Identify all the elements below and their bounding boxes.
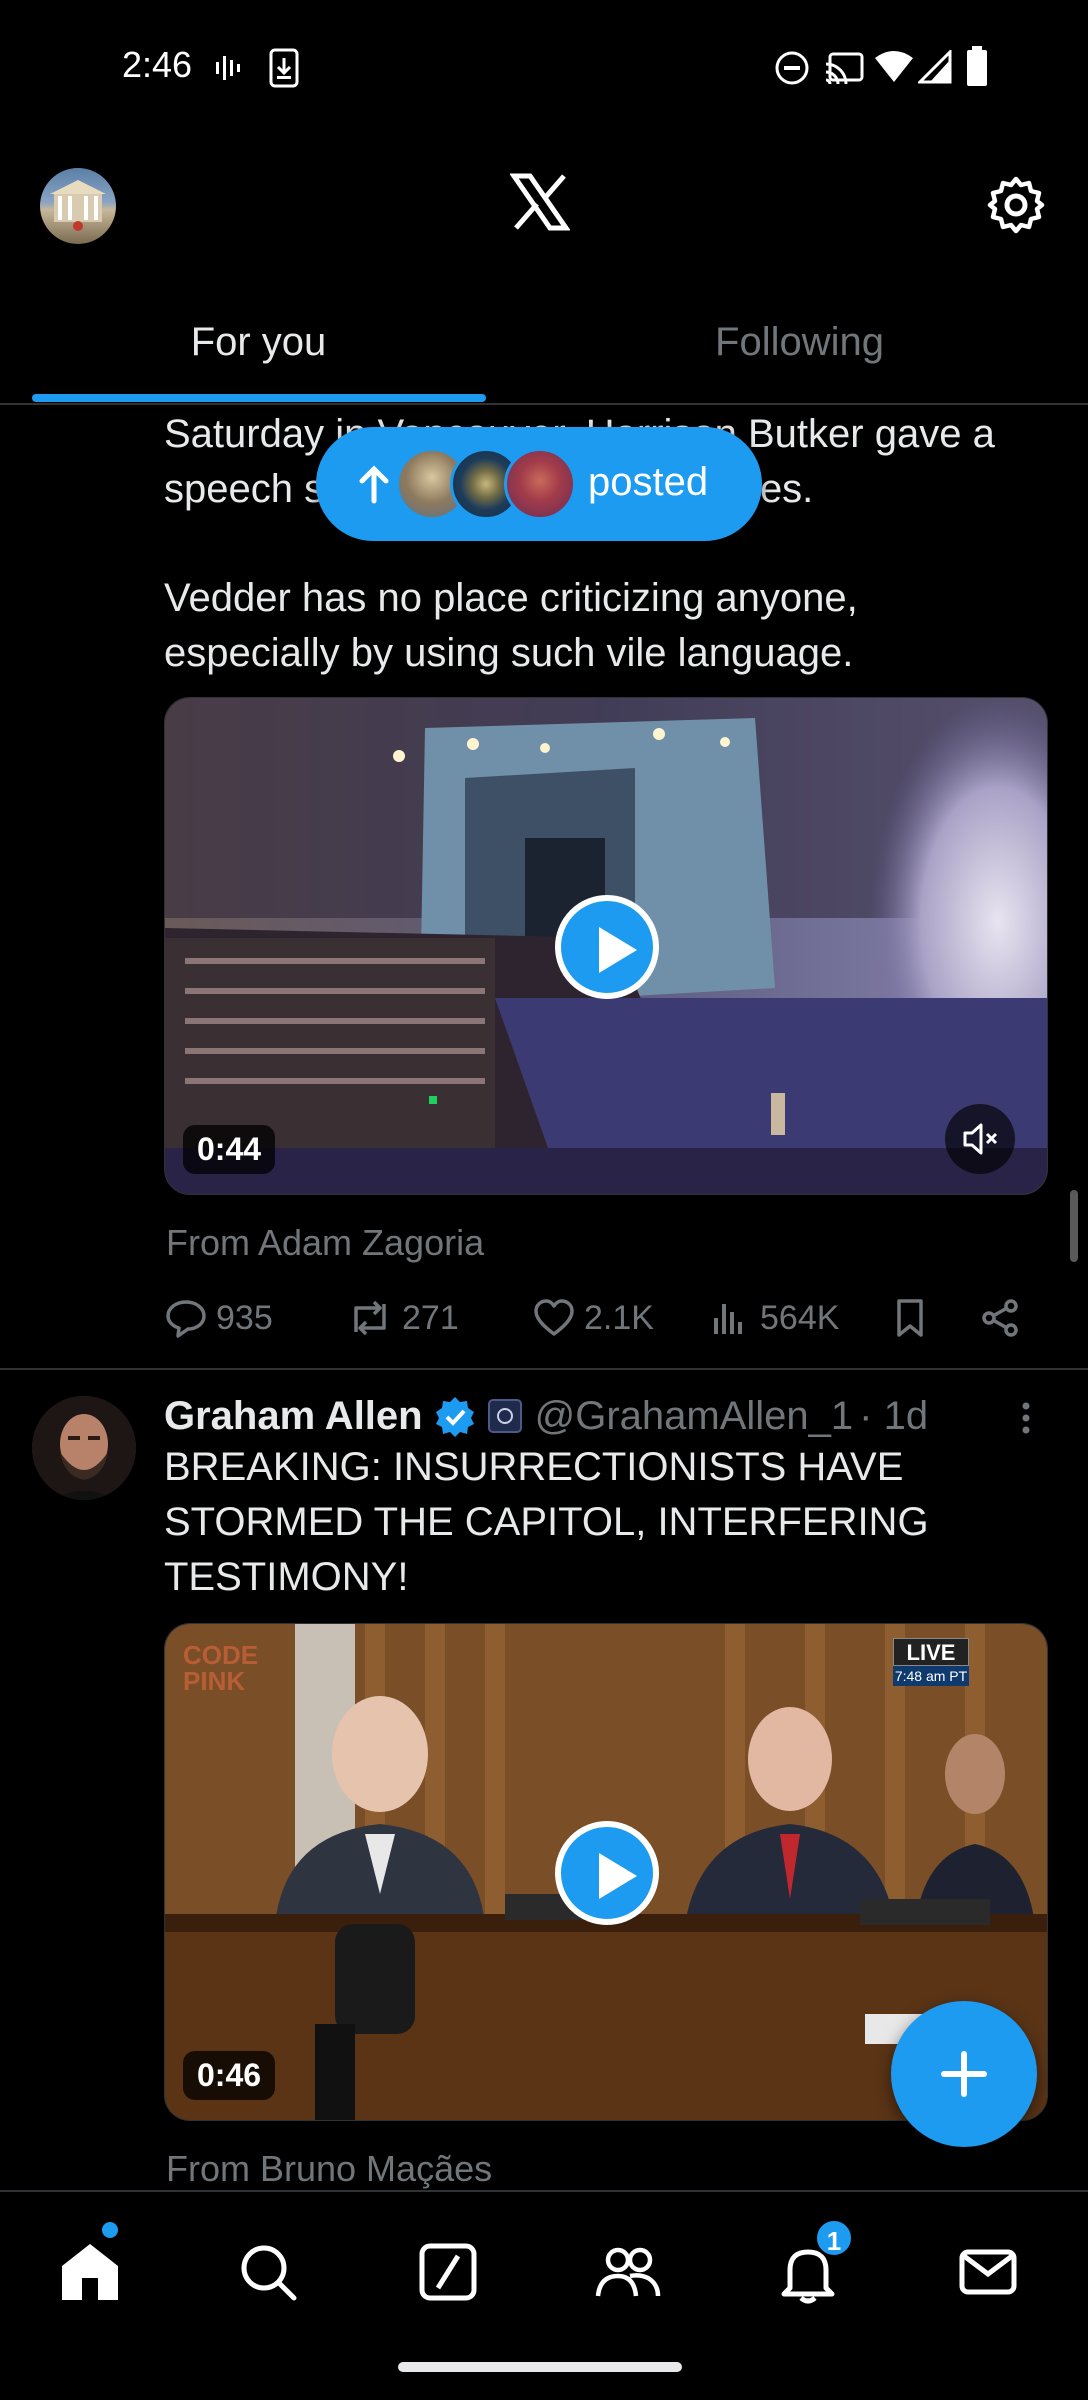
views-count: 564K <box>760 1298 840 1337</box>
video-watermark: CODE PINK <box>183 1640 259 1696</box>
avatar-image <box>50 180 106 231</box>
signal-icon <box>918 50 952 84</box>
voicemail-icon <box>216 56 240 80</box>
tab-for-you[interactable]: For you <box>0 320 517 365</box>
views-icon <box>714 1304 742 1334</box>
share-icon <box>982 1299 1018 1337</box>
video-attribution[interactable]: From Bruno Maçães <box>166 2148 492 2190</box>
reply-icon <box>166 1300 206 1338</box>
affiliate-badge-icon <box>487 1399 522 1433</box>
tab-indicator <box>32 394 486 402</box>
play-button[interactable] <box>555 895 659 999</box>
arrow-up-icon <box>359 465 389 504</box>
home-unread-dot <box>102 2222 118 2238</box>
status-time: 2:46 <box>122 44 193 85</box>
share-button[interactable] <box>978 1286 1030 1350</box>
tweet-actions: 935 271 2.1K 564K <box>164 1286 1044 1350</box>
bookmark-icon <box>897 1299 923 1337</box>
wifi-icon <box>875 51 913 82</box>
battery-icon <box>967 46 987 86</box>
reply-button[interactable]: 935 <box>164 1286 273 1350</box>
tweet-text-line: STORMED THE CAPITOL, INTERFERING <box>164 1500 929 1544</box>
x-logo-icon[interactable] <box>510 172 570 232</box>
cast-icon <box>825 52 864 84</box>
new-posts-pill[interactable]: posted <box>316 427 762 541</box>
volume-off-icon <box>963 1123 998 1155</box>
search-icon[interactable] <box>228 2232 308 2312</box>
download-icon <box>269 48 299 88</box>
dnd-icon <box>775 51 809 85</box>
author-name[interactable]: Graham Allen <box>164 1394 423 1439</box>
author-handle[interactable]: @GrahamAllen_1 <box>535 1394 854 1439</box>
profile-avatar[interactable] <box>40 168 116 244</box>
video-player[interactable]: 0:44 <box>164 697 1048 1195</box>
heart-icon <box>534 1299 574 1336</box>
pill-avatar <box>504 448 576 520</box>
more-options-icon[interactable] <box>1016 1398 1036 1438</box>
compose-button[interactable] <box>891 2001 1037 2147</box>
tab-following[interactable]: Following <box>541 320 1058 365</box>
repost-icon <box>354 1300 386 1336</box>
status-bar: 2:46 <box>0 0 1088 135</box>
video-attribution[interactable]: From Adam Zagoria <box>166 1222 484 1264</box>
communities-icon[interactable] <box>588 2232 668 2312</box>
tweet-divider <box>0 1368 1088 1370</box>
home-indicator[interactable] <box>398 2362 682 2372</box>
tweet-text-line: TESTIMONY! <box>164 1555 409 1599</box>
like-button[interactable]: 2.1K <box>532 1286 654 1350</box>
video-duration: 0:46 <box>183 2051 276 2100</box>
author-avatar[interactable] <box>32 1396 136 1500</box>
bookmark-button[interactable] <box>888 1286 940 1350</box>
feed-tabs: For you Following <box>0 290 1088 405</box>
views-button[interactable]: 564K <box>708 1286 839 1350</box>
repost-count: 271 <box>402 1298 459 1337</box>
grok-icon[interactable] <box>408 2232 488 2312</box>
verified-badge-icon <box>435 1397 474 1437</box>
video-duration: 0:44 <box>183 1125 276 1174</box>
gear-icon[interactable] <box>986 175 1046 235</box>
tweet-header: Graham Allen @GrahamAllen_1 · 1d <box>164 1388 928 1444</box>
avatar-image <box>32 1396 136 1500</box>
live-time: 7:48 am PT <box>893 1666 969 1686</box>
tweet-time[interactable]: · 1d <box>859 1394 928 1439</box>
reply-count: 935 <box>216 1298 273 1337</box>
repost-button[interactable]: 271 <box>346 1286 459 1350</box>
play-button[interactable] <box>555 1821 659 1925</box>
mute-button[interactable] <box>945 1104 1015 1174</box>
like-count: 2.1K <box>584 1298 654 1337</box>
live-label: LIVE <box>893 1638 969 1666</box>
scrollbar[interactable] <box>1070 1190 1078 1262</box>
notification-badge: 1 <box>814 2218 854 2258</box>
new-posts-label: posted <box>588 460 709 504</box>
messages-icon[interactable] <box>948 2232 1028 2312</box>
tweet-text-line: Vedder has no place criticizing anyone, <box>164 576 858 620</box>
home-icon[interactable] <box>50 2232 130 2312</box>
tweet-text-line: especially by using such vile language. <box>164 631 854 675</box>
tweet-text-line: BREAKING: INSURRECTIONISTS HAVE <box>164 1445 904 1489</box>
